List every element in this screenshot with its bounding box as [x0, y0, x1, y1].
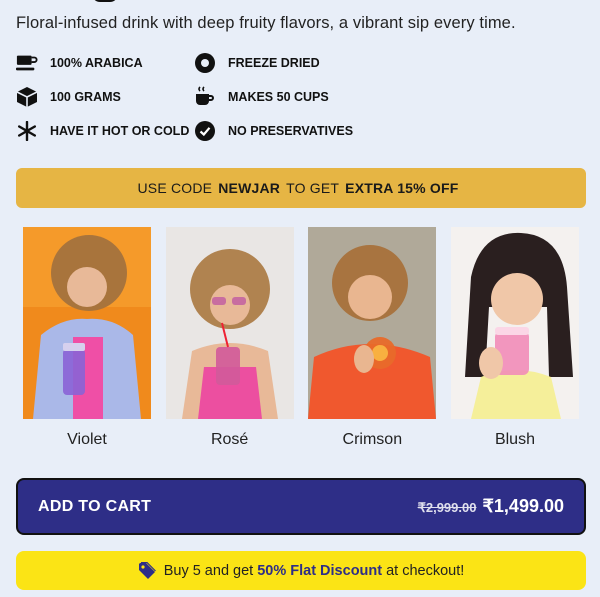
feature-freeze-dried: Freeze Dried	[194, 52, 372, 74]
sale-price: ₹1,499.00	[482, 496, 564, 516]
feature-label: 100% Arabica	[50, 56, 143, 70]
feature-label: 100 Grams	[50, 90, 121, 104]
bulk-discount-banner: Buy 5 and get 50% Flat Discount at check…	[16, 551, 586, 590]
feature-label: Have it hot or cold	[50, 124, 190, 138]
feature-list: 100% Arabica Freeze Dried 100 Grams Make…	[16, 52, 376, 142]
variant-name: Crimson	[342, 431, 403, 448]
feature-label: Makes 50 Cups	[228, 90, 329, 104]
freeze-dried-icon	[194, 52, 216, 74]
feature-label: No Preservatives	[228, 124, 354, 138]
price-tag-icon	[138, 561, 156, 580]
variant-photo	[308, 227, 437, 419]
promo-middle: TO GET	[286, 180, 340, 196]
original-price: ₹2,999.00	[417, 500, 477, 515]
page-title-fragment	[16, 0, 136, 4]
variant-name: Rosé	[210, 431, 249, 448]
variant-blush[interactable]: Blush	[450, 227, 579, 449]
bulk-highlight: 50% Flat Discount	[257, 562, 383, 579]
variant-crimson[interactable]: Crimson	[308, 227, 437, 449]
promo-code-banner: USE CODE NEWJAR TO GET EXTRA 15% OFF	[16, 168, 586, 208]
feature-hot-cold: Have it hot or cold	[16, 120, 194, 142]
promo-offer: EXTRA 15% OFF	[345, 180, 459, 196]
variant-name: Blush	[494, 431, 535, 448]
variant-rose[interactable]: Rosé	[165, 227, 294, 449]
hot-cup-icon	[194, 86, 216, 108]
bulk-text-pre: Buy 5 and get	[163, 562, 254, 579]
product-tagline: Floral-infused drink with deep fruity fl…	[16, 14, 516, 32]
promo-prefix: USE CODE	[137, 180, 213, 196]
check-circle-icon	[194, 120, 216, 142]
feature-no-preservatives: No Preservatives	[194, 120, 372, 142]
variant-violet[interactable]: Violet	[23, 227, 151, 449]
snowflake-icon	[16, 120, 38, 142]
add-to-cart-label: ADD TO CART	[38, 497, 152, 515]
bulk-text-post: at checkout!	[386, 562, 465, 579]
coffee-cup-icon	[16, 52, 38, 74]
variant-photo	[23, 227, 151, 419]
price-block: ₹2,999.00 ₹1,499.00	[418, 496, 564, 517]
add-to-cart-button[interactable]: ADD TO CART ₹2,999.00 ₹1,499.00	[16, 478, 586, 535]
variant-photo	[165, 227, 294, 419]
feature-cups: Makes 50 Cups	[194, 86, 372, 108]
variant-name: Violet	[67, 431, 107, 448]
variant-photo	[450, 227, 579, 419]
feature-label: Freeze Dried	[228, 56, 320, 70]
promo-code: NEWJAR	[218, 180, 281, 196]
variant-selector: Violet Rosé Crimson Blush	[23, 227, 579, 449]
box-icon	[16, 86, 38, 108]
feature-arabica: 100% Arabica	[16, 52, 194, 74]
feature-grams: 100 Grams	[16, 86, 194, 108]
